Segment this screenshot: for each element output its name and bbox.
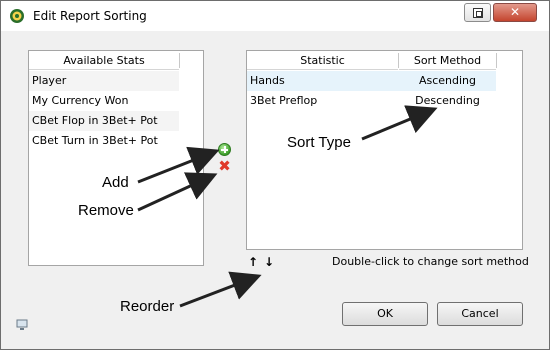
list-item[interactable]: My Currency Won [29,91,179,111]
available-stats-list[interactable]: Available Stats Player My Currency Won C… [28,50,204,266]
list-item[interactable]: CBet Turn in 3Bet+ Pot [29,131,179,151]
ok-button[interactable]: OK [342,302,428,326]
sort-method-hint: Double-click to change sort method [332,255,529,268]
remove-annotation: Remove [78,202,134,219]
list-item[interactable]: Player [29,71,179,91]
status-icon [16,319,28,330]
list-item[interactable]: CBet Flop in 3Bet+ Pot [29,111,179,131]
table-row[interactable]: Hands Ascending [247,71,496,91]
statistic-column-header[interactable]: Statistic [247,51,398,70]
statistic-cell: Hands [250,74,285,87]
close-icon: ✕ [509,5,521,19]
header-divider [496,53,497,68]
remove-icon[interactable]: ✖ [218,159,231,174]
restore-button[interactable] [464,3,491,22]
add-icon[interactable] [218,143,231,156]
sort-method-column-header[interactable]: Sort Method [399,51,496,70]
reorder-annotation: Reorder [120,298,175,315]
available-stats-header[interactable]: Available Stats [29,51,179,70]
window-title: Edit Report Sorting [33,9,147,23]
table-row[interactable]: 3Bet Preflop Descending [247,91,496,111]
statistic-cell: 3Bet Preflop [250,94,318,107]
cancel-button[interactable]: Cancel [437,302,523,326]
sort-type-annotation: Sort Type [287,134,351,151]
title-bar: Edit Report Sorting ✕ [1,1,549,31]
move-down-icon[interactable]: ↓ [264,256,274,268]
move-up-icon[interactable]: ↑ [248,256,258,268]
sort-method-cell[interactable]: Descending [399,91,496,111]
add-annotation: Add [102,174,129,191]
sort-method-cell[interactable]: Ascending [399,71,496,91]
header-divider [179,53,180,68]
close-button[interactable]: ✕ [493,3,537,22]
app-logo-icon [10,9,24,23]
restore-icon [473,8,483,18]
